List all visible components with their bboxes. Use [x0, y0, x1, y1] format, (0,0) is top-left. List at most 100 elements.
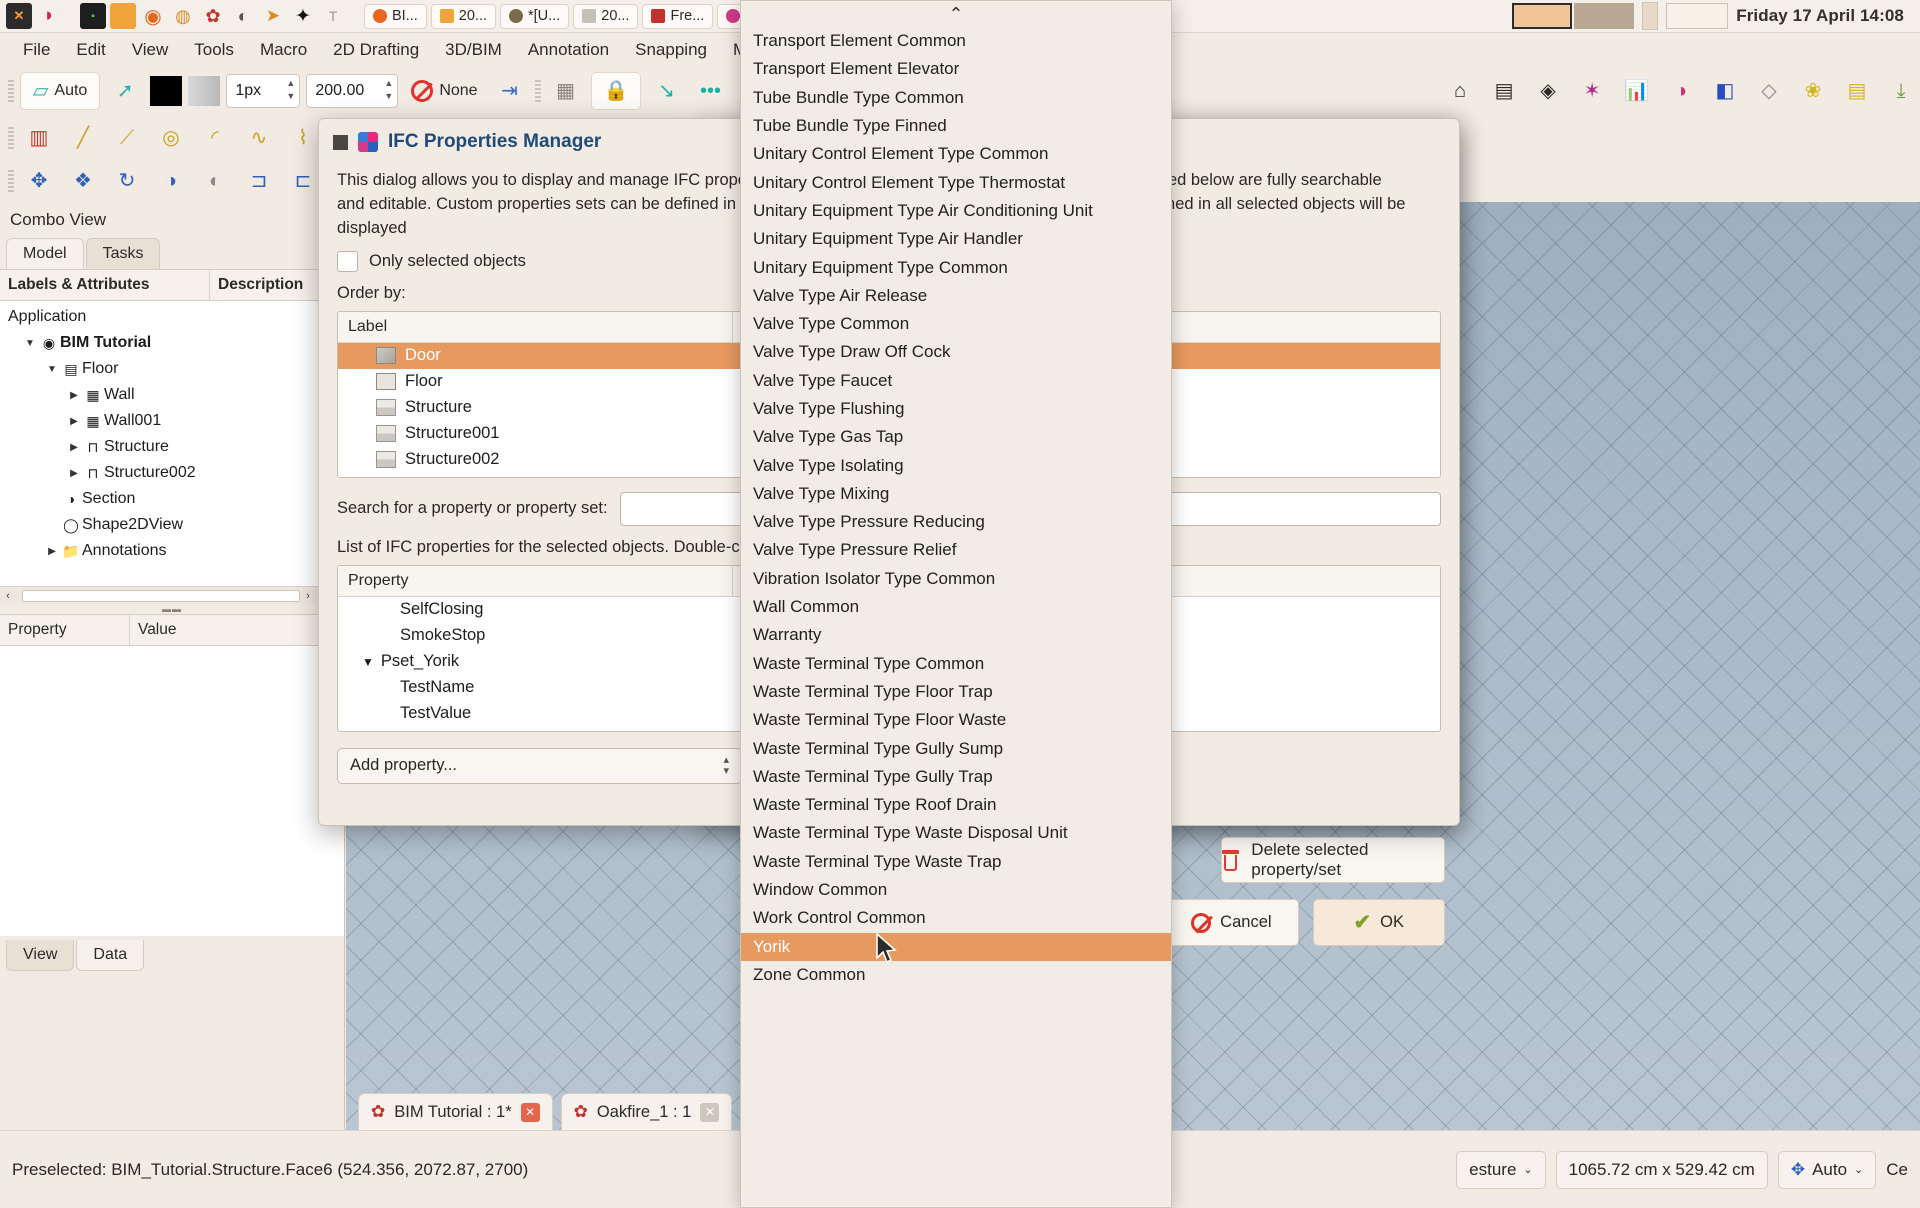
menu-file[interactable]: File [10, 38, 63, 62]
snap-midpoint-button[interactable]: ••• [691, 72, 729, 110]
pset-option[interactable]: Valve Type Faucet [741, 367, 1171, 395]
tree-item-shape2dview[interactable]: ◯ Shape2DView [0, 512, 344, 538]
bim-export-button[interactable]: ⤓ [1882, 72, 1920, 110]
ok-button[interactable]: ✔ OK [1312, 899, 1445, 946]
bim-preflight-button[interactable]: ✶ [1573, 72, 1611, 110]
freecad-icon[interactable]: ✿ [200, 3, 226, 29]
pset-option[interactable]: Unitary Control Element Type Common [741, 140, 1171, 168]
pset-option[interactable]: Waste Terminal Type Common [741, 650, 1171, 678]
lock-snap-button[interactable]: 🔒 [590, 72, 642, 110]
bim-diff-button[interactable]: ◑ [1662, 72, 1700, 110]
tree-item-structure002[interactable]: ▶ ⊓ Structure002 [0, 460, 344, 486]
pset-option[interactable]: Waste Terminal Type Waste Trap [741, 848, 1171, 876]
draft-polyline-button[interactable]: ⟋ [108, 119, 146, 157]
tab-view[interactable]: View [6, 940, 75, 971]
snap-endpoint-button[interactable]: ↘ [647, 72, 685, 110]
terminal-icon[interactable]: ▪ [80, 3, 106, 29]
pset-option[interactable]: Valve Type Pressure Relief [741, 536, 1171, 564]
clock-app-icon[interactable]: ◐ [230, 3, 256, 29]
taskbar-window-3[interactable]: 20... [573, 3, 639, 29]
pset-option[interactable]: Waste Terminal Type Roof Drain [741, 791, 1171, 819]
window-menu-icon[interactable] [333, 134, 348, 150]
modify-move-button[interactable]: ✥ [20, 162, 58, 200]
pset-option[interactable]: Zone Common [741, 961, 1171, 989]
modify-rotate-button[interactable]: ↻ [108, 162, 146, 200]
pset-option[interactable]: Valve Type Flushing [741, 395, 1171, 423]
tree-item-annotations[interactable]: ▶ 📁 Annotations [0, 538, 344, 564]
stepper-arrows-icon[interactable]: ▴▾ [723, 754, 729, 777]
modify-extend-button[interactable]: ⊏ [284, 162, 322, 200]
pset-option[interactable]: Tube Bundle Type Common [741, 84, 1171, 112]
pset-option[interactable]: Work Control Common [741, 904, 1171, 932]
document-tab-bim-tutorial[interactable]: ✿ BIM Tutorial : 1* ✕ [358, 1093, 553, 1130]
scroll-right-icon[interactable]: › [300, 590, 316, 602]
pset-option[interactable]: Unitary Equipment Type Common [741, 253, 1171, 281]
scroll-up-icon[interactable]: ⌃ [741, 1, 1171, 27]
debian-icon[interactable]: ◗ [36, 3, 62, 29]
bim-material-button[interactable]: ◧ [1706, 72, 1744, 110]
auto-dimension-selector[interactable]: ✥ Auto ⌄ [1777, 1150, 1877, 1189]
cancel-button[interactable]: Cancel [1164, 899, 1299, 946]
tree-item-bim-tutorial[interactable]: ▼ ◉ BIM Tutorial [0, 330, 344, 356]
taskbar-window-2[interactable]: *[U... [500, 3, 570, 29]
chevron-down-icon[interactable]: ⌄ [1854, 1163, 1863, 1176]
menu-macro[interactable]: Macro [247, 38, 320, 62]
delete-selected-property-button[interactable]: Delete selected property/set [1221, 837, 1445, 883]
bim-views-button[interactable]: ▤ [1485, 72, 1523, 110]
menu-edit[interactable]: Edit [63, 38, 118, 62]
toolbar-grip[interactable] [8, 127, 14, 149]
pset-option[interactable]: Warranty [741, 621, 1171, 649]
pset-option[interactable]: Transport Element Elevator [741, 55, 1171, 83]
modify-copy-button[interactable]: ❖ [64, 162, 102, 200]
inkscape-icon[interactable]: ✦ [290, 3, 316, 29]
tab-tasks[interactable]: Tasks [85, 238, 161, 269]
chevron-right-icon[interactable]: ▶ [66, 390, 82, 401]
line-color-swatch[interactable] [150, 76, 183, 106]
no-style-button[interactable]: None [404, 72, 484, 110]
tree-item-structure[interactable]: ▶ ⊓ Structure [0, 434, 344, 460]
pset-option[interactable]: Unitary Equipment Type Air Conditioning … [741, 197, 1171, 225]
chevron-down-icon[interactable]: ⌄ [1523, 1163, 1532, 1176]
pset-option[interactable]: Waste Terminal Type Gully Sump [741, 734, 1171, 762]
pset-option[interactable]: Waste Terminal Type Gully Trap [741, 763, 1171, 791]
pset-option[interactable]: Unitary Control Element Type Thermostat [741, 168, 1171, 196]
scrollbar-thumb[interactable] [22, 589, 300, 602]
panel-splitter[interactable]: ▬▬ [0, 604, 344, 614]
property-editor-body[interactable] [0, 646, 344, 936]
tree-item-application[interactable]: Application [0, 304, 344, 330]
chevron-right-icon[interactable]: ▶ [44, 546, 60, 557]
pset-option[interactable]: Vibration Isolator Type Common [741, 565, 1171, 593]
draft-wall-button[interactable]: ▥ [20, 119, 58, 157]
systray-window-icon[interactable] [1666, 3, 1729, 29]
taskbar-window-4[interactable]: Fre... [642, 3, 714, 29]
pset-option[interactable]: Transport Element Common [741, 27, 1171, 55]
toolbar-grip[interactable] [8, 80, 14, 102]
menu-view[interactable]: View [119, 38, 182, 62]
bim-layers-button[interactable]: ◇ [1750, 72, 1788, 110]
tree-item-wall001[interactable]: ▶ ▦ Wall001 [0, 408, 344, 434]
bim-ifc-explorer-button[interactable]: ⌂ [1441, 72, 1479, 110]
tree-item-floor[interactable]: ▼ ▤ Floor [0, 356, 344, 382]
folder-icon[interactable] [110, 3, 136, 29]
chevron-right-icon[interactable]: ▶ [66, 416, 82, 427]
pset-option[interactable]: Valve Type Mixing [741, 480, 1171, 508]
menu-tools[interactable]: Tools [181, 38, 247, 62]
modify-mirror-button[interactable]: ◑ [152, 162, 190, 200]
snap-auto-button[interactable]: ▱ Auto [20, 72, 101, 110]
x-logo-icon[interactable]: ✕ [6, 3, 32, 29]
chevron-right-icon[interactable]: ▶ [66, 442, 82, 453]
tree-item-section[interactable]: ◑ Section [0, 486, 344, 512]
text-editor-icon[interactable]: T [320, 3, 346, 29]
stepper-arrows-icon[interactable]: ▲ ▼ [384, 77, 393, 103]
tab-model[interactable]: Model [6, 238, 84, 269]
chevron-right-icon[interactable]: ▶ [66, 468, 82, 479]
bird-icon[interactable]: ➤ [260, 3, 286, 29]
gimp-icon[interactable]: ◍ [170, 3, 196, 29]
menu-snapping[interactable]: Snapping [622, 38, 720, 62]
tree-item-wall[interactable]: ▶ ▦ Wall [0, 382, 344, 408]
toggle-grid-button[interactable]: ▦ [547, 72, 585, 110]
pset-option[interactable]: Unitary Equipment Type Air Handler [741, 225, 1171, 253]
pset-option[interactable]: Valve Type Common [741, 310, 1171, 338]
pset-option[interactable]: Waste Terminal Type Floor Trap [741, 678, 1171, 706]
chevron-down-icon[interactable]: ▼ [44, 364, 60, 375]
